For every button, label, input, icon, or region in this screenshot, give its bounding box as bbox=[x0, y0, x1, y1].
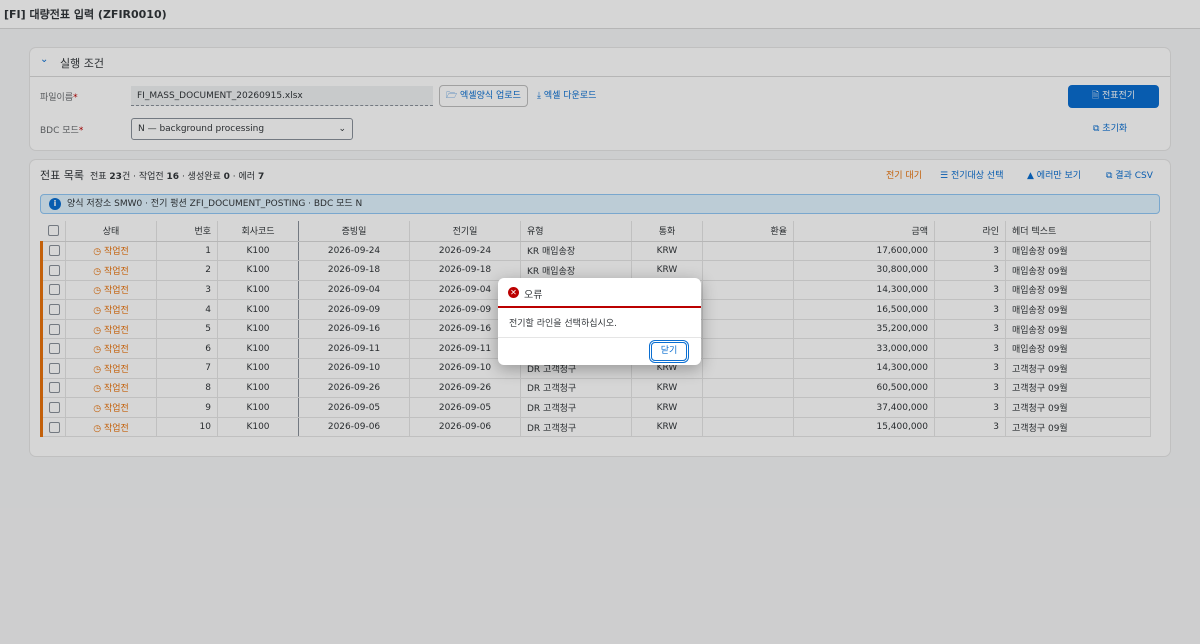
dialog-title: 오류 bbox=[524, 290, 543, 301]
error-dialog: ✕ 오류 전기할 라인을 선택하십시오. 닫기 bbox=[498, 278, 701, 365]
dialog-footer bbox=[498, 337, 701, 338]
dialog-header: ✕ 오류 bbox=[498, 278, 701, 308]
error-icon: ✕ bbox=[508, 287, 519, 298]
dialog-message: 전기할 라인을 선택하십시오. bbox=[509, 319, 617, 329]
close-button[interactable]: 닫기 bbox=[651, 342, 687, 361]
